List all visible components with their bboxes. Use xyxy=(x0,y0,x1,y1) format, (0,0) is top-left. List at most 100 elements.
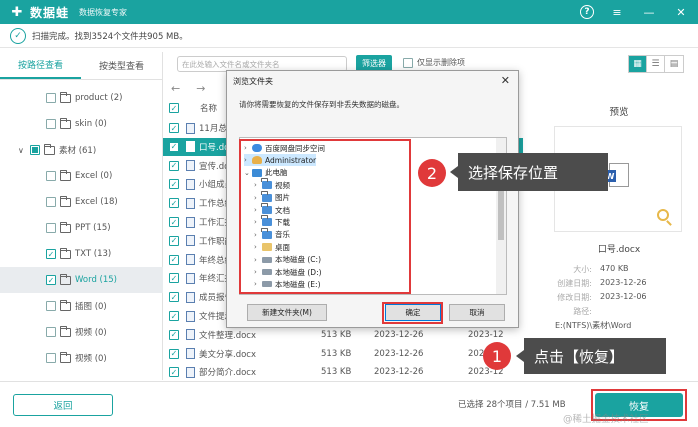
file-checkbox[interactable]: ✓ xyxy=(169,198,179,209)
tree-item-checkbox[interactable]: ✓ xyxy=(46,249,56,259)
dialog-message: 请你将需要恢复的文件保存到非丢失数据的磁盘。 xyxy=(239,100,404,109)
word-file-icon xyxy=(604,163,629,187)
tree-item-checkbox[interactable] xyxy=(46,119,56,129)
app-brand: 数据蛙 xyxy=(30,5,70,20)
dialog-close-icon[interactable]: ✕ xyxy=(501,74,510,87)
preview-title: 预览 xyxy=(609,107,629,118)
file-checkbox[interactable]: ✓ xyxy=(169,311,179,321)
file-size: 513 KB xyxy=(321,348,352,359)
tree-item[interactable]: product (2) xyxy=(46,85,122,111)
back-arrow-icon[interactable]: ← xyxy=(171,82,180,95)
property-value: 2023-12-26 xyxy=(600,278,647,287)
zoom-icon[interactable] xyxy=(657,209,669,221)
tree-item-checkbox[interactable] xyxy=(46,301,56,311)
selection-summary: 已选择 28个项目 / 7.51 MB xyxy=(458,400,566,410)
tree-item[interactable]: ∨ 素材 (61) xyxy=(18,137,96,163)
file-checkbox[interactable]: ✓ xyxy=(169,235,179,246)
scan-status-bar: ✓ 扫描完成。找到3524个文件共905 MB。 xyxy=(0,24,698,48)
file-checkbox[interactable]: ✓ xyxy=(169,179,179,190)
file-checkbox[interactable]: ✓ xyxy=(169,367,179,378)
help-icon[interactable]: ? xyxy=(580,5,594,19)
column-name: 名称 xyxy=(200,104,218,114)
file-checkbox[interactable]: ✓ xyxy=(169,141,179,152)
folder-icon xyxy=(60,91,71,103)
folder-icon xyxy=(60,117,71,129)
check-circle-icon: ✓ xyxy=(10,27,26,44)
tree-item[interactable]: 视频 (0) xyxy=(46,345,107,371)
tree-item-label: Excel (0) xyxy=(75,171,113,181)
tree-item-label: skin (0) xyxy=(75,119,107,129)
file-checkbox[interactable]: ✓ xyxy=(169,273,179,284)
file-checkbox[interactable]: ✓ xyxy=(169,160,179,171)
forward-arrow-icon[interactable]: → xyxy=(196,82,205,95)
tree-item-checkbox[interactable] xyxy=(46,197,56,207)
deleted-only-toggle[interactable]: 仅显示删除项 xyxy=(403,57,465,68)
cancel-button[interactable]: 取消 xyxy=(449,304,505,321)
folder-icon xyxy=(60,325,71,337)
property-label: 大小: xyxy=(573,265,592,274)
file-row[interactable]: ✓ 部分简介.docx 513 KB 2023-12-26 2023-12 xyxy=(163,363,523,381)
tree-item-checkbox[interactable] xyxy=(46,93,56,103)
chevron-down-icon[interactable]: ∨ xyxy=(18,146,28,155)
tree-item-label: Excel (18) xyxy=(75,197,118,207)
view-tabs: 按路径查看 按类型查看 xyxy=(0,52,162,80)
tree-item-label: 素材 (61) xyxy=(59,146,97,156)
file-checkbox[interactable]: ✓ xyxy=(169,329,179,340)
menu-icon[interactable]: ≡ xyxy=(608,3,626,21)
file-modified: 2023-12 xyxy=(468,329,504,340)
new-folder-button[interactable]: 新建文件夹(M) xyxy=(247,304,327,321)
save-location-highlight xyxy=(239,139,411,294)
file-row[interactable]: ✓美文分享.docx513 KB2023-12-262023-12 xyxy=(163,345,523,363)
property-value: 2023-12-06 xyxy=(600,292,647,301)
tree-item[interactable]: ✓ Word (15) xyxy=(0,267,163,293)
file-checkbox[interactable]: ✓ xyxy=(169,254,179,265)
file-checkbox[interactable]: ✓ xyxy=(169,217,179,227)
tree-item-label: PPT (15) xyxy=(75,223,111,233)
tab-by-type[interactable]: 按类型查看 xyxy=(81,52,162,79)
file-created: 2023-12-26 xyxy=(374,367,424,378)
deleted-only-label: 仅显示删除项 xyxy=(417,58,465,67)
tree-item[interactable]: ✓ TXT (13) xyxy=(46,241,111,267)
folder-icon xyxy=(60,195,71,207)
grid-view-icon[interactable]: ▦ xyxy=(629,56,647,72)
file-row[interactable]: ✓ 文件整理.docx 513 KB 2023-12-26 2023-12 xyxy=(163,326,523,344)
tree-item-checkbox[interactable] xyxy=(30,145,40,155)
tree-item[interactable]: skin (0) xyxy=(46,111,107,137)
file-checkbox[interactable]: ✓ xyxy=(169,348,179,359)
tree-item-label: 视频 (0) xyxy=(75,354,107,364)
tree-item-checkbox[interactable] xyxy=(46,223,56,233)
dialog-title: 浏览文件夹 xyxy=(233,77,273,86)
file-checkbox[interactable]: ✓ xyxy=(169,123,179,133)
tab-by-path[interactable]: 按路径查看 xyxy=(0,52,81,79)
tree-item-checkbox[interactable]: ✓ xyxy=(46,275,56,285)
tree-item-checkbox[interactable] xyxy=(46,327,56,337)
close-icon[interactable]: ✕ xyxy=(672,3,690,21)
tree-item[interactable]: 视频 (0) xyxy=(46,319,107,345)
title-bar: ✚ 数据蛙 数据恢复专家 ? ≡ — ✕ xyxy=(0,0,698,24)
tree-item-checkbox[interactable] xyxy=(46,171,56,181)
back-button[interactable]: 返回 xyxy=(13,394,113,416)
bottom-bar: 返回 已选择 28个项目 / 7.51 MB 恢复 @稀土掘金技术社区 xyxy=(0,381,698,427)
step2-badge: 2 xyxy=(418,159,446,187)
select-all-checkbox[interactable]: ✓ xyxy=(169,103,179,113)
tree-item[interactable]: 插图 (0) xyxy=(46,293,107,319)
file-name: 美文分享.docx xyxy=(199,349,257,360)
tree-item[interactable]: Excel (18) xyxy=(46,189,118,215)
folder-icon xyxy=(60,221,71,233)
tree-item-label: 插图 (0) xyxy=(75,302,107,312)
tree-item-label: Word (15) xyxy=(75,275,117,285)
detail-view-icon[interactable]: ▤ xyxy=(665,56,683,72)
file-checkbox[interactable]: ✓ xyxy=(169,292,179,303)
doc-file-icon xyxy=(186,291,195,303)
tree-item[interactable]: PPT (15) xyxy=(46,215,111,241)
tree-item-label: TXT (13) xyxy=(75,249,112,259)
doc-file-icon xyxy=(186,216,195,228)
folder-icon xyxy=(60,273,71,285)
deleted-only-checkbox[interactable] xyxy=(403,57,413,68)
minimize-icon[interactable]: — xyxy=(640,3,658,21)
view-switcher: ▦ ☰ ▤ xyxy=(628,55,684,73)
tree-item[interactable]: Excel (0) xyxy=(46,163,112,189)
doc-file-icon xyxy=(186,235,195,247)
tree-item-checkbox[interactable] xyxy=(46,353,56,363)
list-view-icon[interactable]: ☰ xyxy=(647,56,665,72)
